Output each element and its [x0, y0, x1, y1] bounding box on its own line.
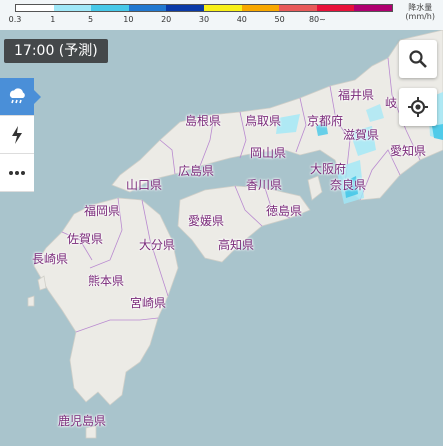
- legend-unit-mm: (mm/h): [405, 12, 435, 21]
- pref-label-ehime: 愛媛県: [188, 214, 225, 228]
- legend-swatch-8: [316, 5, 355, 11]
- legend-tick-6: 40: [236, 15, 247, 24]
- pref-label-nagasaki: 長崎県: [32, 252, 69, 266]
- pref-label-oita: 大分県: [139, 238, 176, 252]
- legend-swatch-4: [166, 5, 204, 11]
- search-icon: [409, 50, 427, 68]
- pref-label-tokushima: 徳島県: [266, 204, 303, 218]
- legend-swatch-0: [16, 5, 54, 11]
- pref-label-tottori: 鳥取県: [245, 114, 282, 128]
- more-options-button[interactable]: [0, 154, 34, 192]
- legend-tick-7: 50: [274, 15, 285, 24]
- legend-swatch-1: [53, 5, 92, 11]
- rain-cloud-icon: [9, 87, 25, 103]
- legend-unit: 降水量 (mm/h): [405, 3, 435, 21]
- pref-label-osaka: 大阪府: [310, 162, 347, 176]
- lightning-layer-button[interactable]: [0, 116, 34, 154]
- pref-label-aichi: 愛知県: [390, 144, 427, 158]
- pref-label-okayama: 岡山県: [250, 146, 287, 160]
- legend-swatch-3: [128, 5, 167, 11]
- legend-tick-1: 1: [50, 15, 56, 24]
- pref-label-gifu: 岐: [385, 96, 398, 110]
- search-button[interactable]: [399, 40, 437, 78]
- legend-tick-0: 0.3: [8, 15, 22, 24]
- layer-toolbar: [0, 78, 41, 192]
- legend-swatch-7: [279, 5, 317, 11]
- pref-label-nara: 奈良県: [330, 178, 367, 192]
- legend-tick-5: 30: [198, 15, 210, 24]
- pref-label-fukui: 福井県: [338, 88, 375, 102]
- pref-label-kagoshima: 鹿児島県: [58, 414, 107, 428]
- legend-swatch-6: [241, 5, 280, 11]
- pref-label-yamaguchi: 山口県: [126, 178, 163, 192]
- legend-color-bar: [15, 4, 393, 12]
- location-icon: [408, 97, 428, 117]
- pref-label-kagawa: 香川県: [246, 178, 283, 192]
- pref-label-shiga: 滋賀県: [343, 128, 380, 142]
- pref-label-kumamoto: 熊本県: [88, 274, 125, 288]
- legend-tick-8: 80~: [308, 15, 326, 24]
- lightning-icon: [12, 125, 22, 144]
- rain-layer-button[interactable]: [0, 78, 41, 116]
- legend-swatch-9: [354, 5, 392, 11]
- pref-label-saga: 佐賀県: [67, 232, 104, 246]
- pref-label-hiroshima: 広島県: [178, 164, 215, 178]
- pref-label-shimane: 島根県: [185, 114, 222, 128]
- legend-tick-3: 10: [123, 15, 134, 24]
- pref-label-miyazaki: 宮崎県: [130, 296, 167, 310]
- pref-label-kyoto: 京都府: [307, 114, 344, 128]
- current-location-button[interactable]: [399, 88, 437, 126]
- legend-unit-title: 降水量: [408, 3, 433, 12]
- pref-label-kochi: 高知県: [218, 238, 255, 252]
- pref-label-fukuoka: 福岡県: [84, 204, 121, 218]
- more-icon: [9, 170, 25, 175]
- legend-tick-2: 5: [88, 15, 94, 24]
- legend-swatch-2: [91, 5, 129, 11]
- precipitation-legend: 0.3 1 5 10 20 30 40 50 80~ 降水量 (mm/h): [0, 0, 443, 30]
- legend-tick-4: 20: [161, 15, 172, 24]
- forecast-time-badge: 17:00 (予測): [4, 39, 108, 63]
- legend-swatch-5: [203, 5, 242, 11]
